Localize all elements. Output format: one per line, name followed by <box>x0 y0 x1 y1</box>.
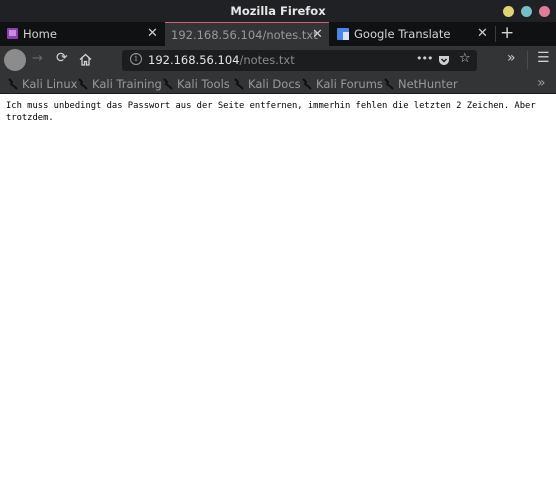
page-content: Ich muss unbedingt das Passwort aus der … <box>0 95 556 481</box>
url-path: /notes.txt <box>239 53 295 67</box>
page-actions-icon[interactable]: ••• <box>416 52 433 65</box>
minimize-button[interactable] <box>503 6 514 17</box>
toolbar-separator <box>527 51 528 69</box>
bookmark-label: NetHunter <box>398 77 458 91</box>
bookmark-star-icon[interactable]: ☆ <box>459 51 471 66</box>
navigation-toolbar: → ⟳ i 192.168.56.104/notes.txt ••• ☆ » ☰ <box>0 46 556 74</box>
bookmark-kali-training[interactable]: Kali Training <box>78 77 162 91</box>
home-icon[interactable] <box>79 53 92 66</box>
forward-icon[interactable]: → <box>32 51 43 66</box>
new-tab-icon[interactable]: + <box>500 23 514 43</box>
bookmark-kali-tools[interactable]: Kali Tools <box>163 77 230 91</box>
maximize-button[interactable] <box>521 6 532 17</box>
url-host: 192.168.56.104 <box>148 53 240 67</box>
bookmark-label: Kali Training <box>92 77 162 91</box>
bookmarks-overflow-icon[interactable]: » <box>537 75 546 91</box>
close-window-button[interactable] <box>539 6 550 17</box>
menu-icon[interactable]: ☰ <box>537 50 550 66</box>
overflow-chevron-icon[interactable]: » <box>507 50 516 66</box>
kali-dragon-icon <box>384 78 394 90</box>
tab-google-translate[interactable]: Google Translate ✕ <box>331 22 495 46</box>
bookmark-label: Kali Docs <box>248 77 301 91</box>
bookmarks-toolbar: Kali Linux Kali Training Kali Tools Kali… <box>0 74 556 94</box>
url-text[interactable]: 192.168.56.104/notes.txt <box>148 53 295 67</box>
bookmark-kali-docs[interactable]: Kali Docs <box>234 77 301 91</box>
kali-home-icon <box>7 28 18 39</box>
close-tab-icon[interactable]: ✕ <box>147 26 158 41</box>
window-title: Mozilla Firefox <box>230 4 326 18</box>
kali-dragon-icon <box>78 78 88 90</box>
bookmark-label: Kali Forums <box>316 77 383 91</box>
bookmark-label: Kali Linux <box>22 77 78 91</box>
bookmark-label: Kali Tools <box>177 77 230 91</box>
kali-dragon-icon <box>8 78 18 90</box>
bookmark-kali-forums[interactable]: Kali Forums <box>302 77 383 91</box>
tab-label: Home <box>23 27 57 41</box>
notes-text: Ich muss unbedingt das Passwort aus der … <box>6 101 541 123</box>
reload-icon[interactable]: ⟳ <box>56 50 68 66</box>
kali-dragon-icon <box>163 78 173 90</box>
kali-dragon-icon <box>234 78 244 90</box>
tab-strip: Home ✕ 192.168.56.104/notes.txt ✕ Google… <box>0 22 556 46</box>
tab-separator <box>495 26 496 42</box>
close-tab-icon[interactable]: ✕ <box>477 26 488 41</box>
tab-home[interactable]: Home ✕ <box>0 22 163 46</box>
tab-label: 192.168.56.104/notes.txt <box>171 28 318 42</box>
bookmark-nethunter[interactable]: NetHunter <box>384 77 458 91</box>
kali-dragon-icon <box>302 78 312 90</box>
tab-label: Google Translate <box>354 27 451 41</box>
google-translate-icon <box>337 28 349 40</box>
title-bar: Mozilla Firefox <box>0 0 556 22</box>
url-bar[interactable]: i 192.168.56.104/notes.txt ••• ☆ <box>122 50 477 71</box>
pocket-icon[interactable] <box>438 54 450 66</box>
bookmark-kali-linux[interactable]: Kali Linux <box>8 77 77 91</box>
close-tab-icon[interactable]: ✕ <box>312 27 323 42</box>
site-info-icon[interactable]: i <box>130 53 142 65</box>
back-button[interactable] <box>4 49 26 71</box>
tab-notes[interactable]: 192.168.56.104/notes.txt ✕ <box>165 22 329 46</box>
